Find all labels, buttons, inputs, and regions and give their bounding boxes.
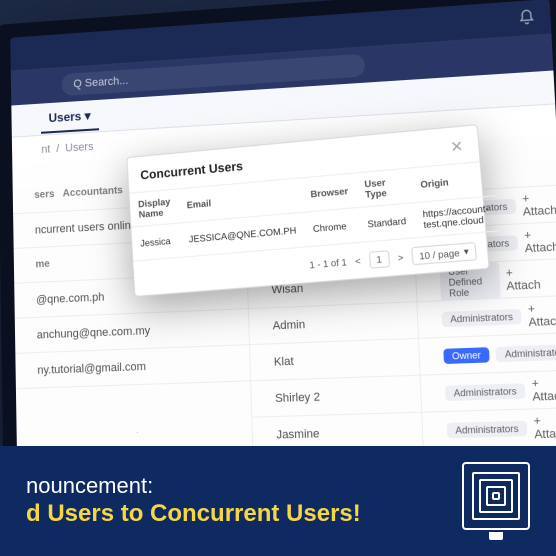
banner-line1: nouncement:: [26, 473, 361, 499]
breadcrumb-sep: /: [56, 143, 59, 155]
role-cell[interactable]: Administrators Attach: [420, 371, 556, 413]
col-browser: Browser: [301, 173, 358, 212]
role-cell[interactable]: Administrators Attach: [422, 408, 556, 450]
chevron-down-icon: ▾: [463, 246, 469, 258]
role-pill[interactable]: Administrators: [446, 420, 527, 438]
table-row[interactable]: Admin: [249, 302, 417, 345]
cell-browser: Chrome: [303, 208, 360, 247]
app-body: Q Search... Users ▾ nt / Users sers Acco…: [11, 35, 556, 469]
col-display-name: Display Name: [129, 189, 179, 227]
modal-title: Concurrent Users: [140, 159, 243, 183]
role-pill[interactable]: Administrators: [445, 383, 526, 401]
page-summary: 1 - 1 of 1: [309, 256, 347, 270]
role-pill[interactable]: Administrators: [496, 343, 556, 361]
table-row[interactable]: ny.tutorial@gmail.com: [15, 345, 250, 389]
role-pill[interactable]: Administrators: [441, 308, 522, 326]
cell-origin: https://account-test.qne.cloud: [413, 196, 499, 238]
brand-logo: [462, 462, 530, 540]
page-number[interactable]: 1: [368, 250, 389, 269]
attach-button[interactable]: Attach: [531, 376, 556, 404]
attach-button[interactable]: Attach: [522, 191, 556, 219]
page-prev[interactable]: <: [355, 255, 361, 266]
screen: Q Search... Users ▾ nt / Users sers Acco…: [10, 0, 556, 469]
bell-icon[interactable]: [518, 8, 536, 26]
page-size-select[interactable]: 10 / page ▾: [411, 242, 477, 265]
table-row[interactable]: Klat: [250, 339, 419, 381]
breadcrumb-current: Users: [65, 141, 94, 155]
attach-button[interactable]: Attach: [528, 301, 556, 329]
col-user-type: User Type: [355, 168, 413, 207]
cell-name: Jessica: [131, 223, 181, 261]
close-icon[interactable]: [448, 137, 466, 155]
page-next[interactable]: >: [397, 252, 403, 263]
attach-button[interactable]: Attach: [524, 227, 556, 255]
role-cell[interactable]: Administrators Attach: [417, 296, 556, 339]
attach-button[interactable]: Attach: [533, 413, 556, 441]
role-cell[interactable]: Owner Administrators: [419, 333, 556, 375]
tab-users[interactable]: Users ▾: [41, 101, 99, 133]
chevron-down-icon: ▾: [84, 108, 90, 123]
attach-button[interactable]: Attach: [505, 265, 541, 292]
breadcrumb-root[interactable]: nt: [41, 143, 50, 156]
cell-type: Standard: [358, 203, 416, 243]
banner-line2: d Users to Concurrent Users!: [26, 500, 361, 529]
announcement-banner: nouncement: d Users to Concurrent Users!: [0, 446, 556, 556]
laptop-frame: Q Search... Users ▾ nt / Users sers Acco…: [0, 0, 556, 484]
table-row[interactable]: Shirley 2: [251, 376, 420, 418]
owner-pill[interactable]: Owner: [443, 347, 490, 364]
